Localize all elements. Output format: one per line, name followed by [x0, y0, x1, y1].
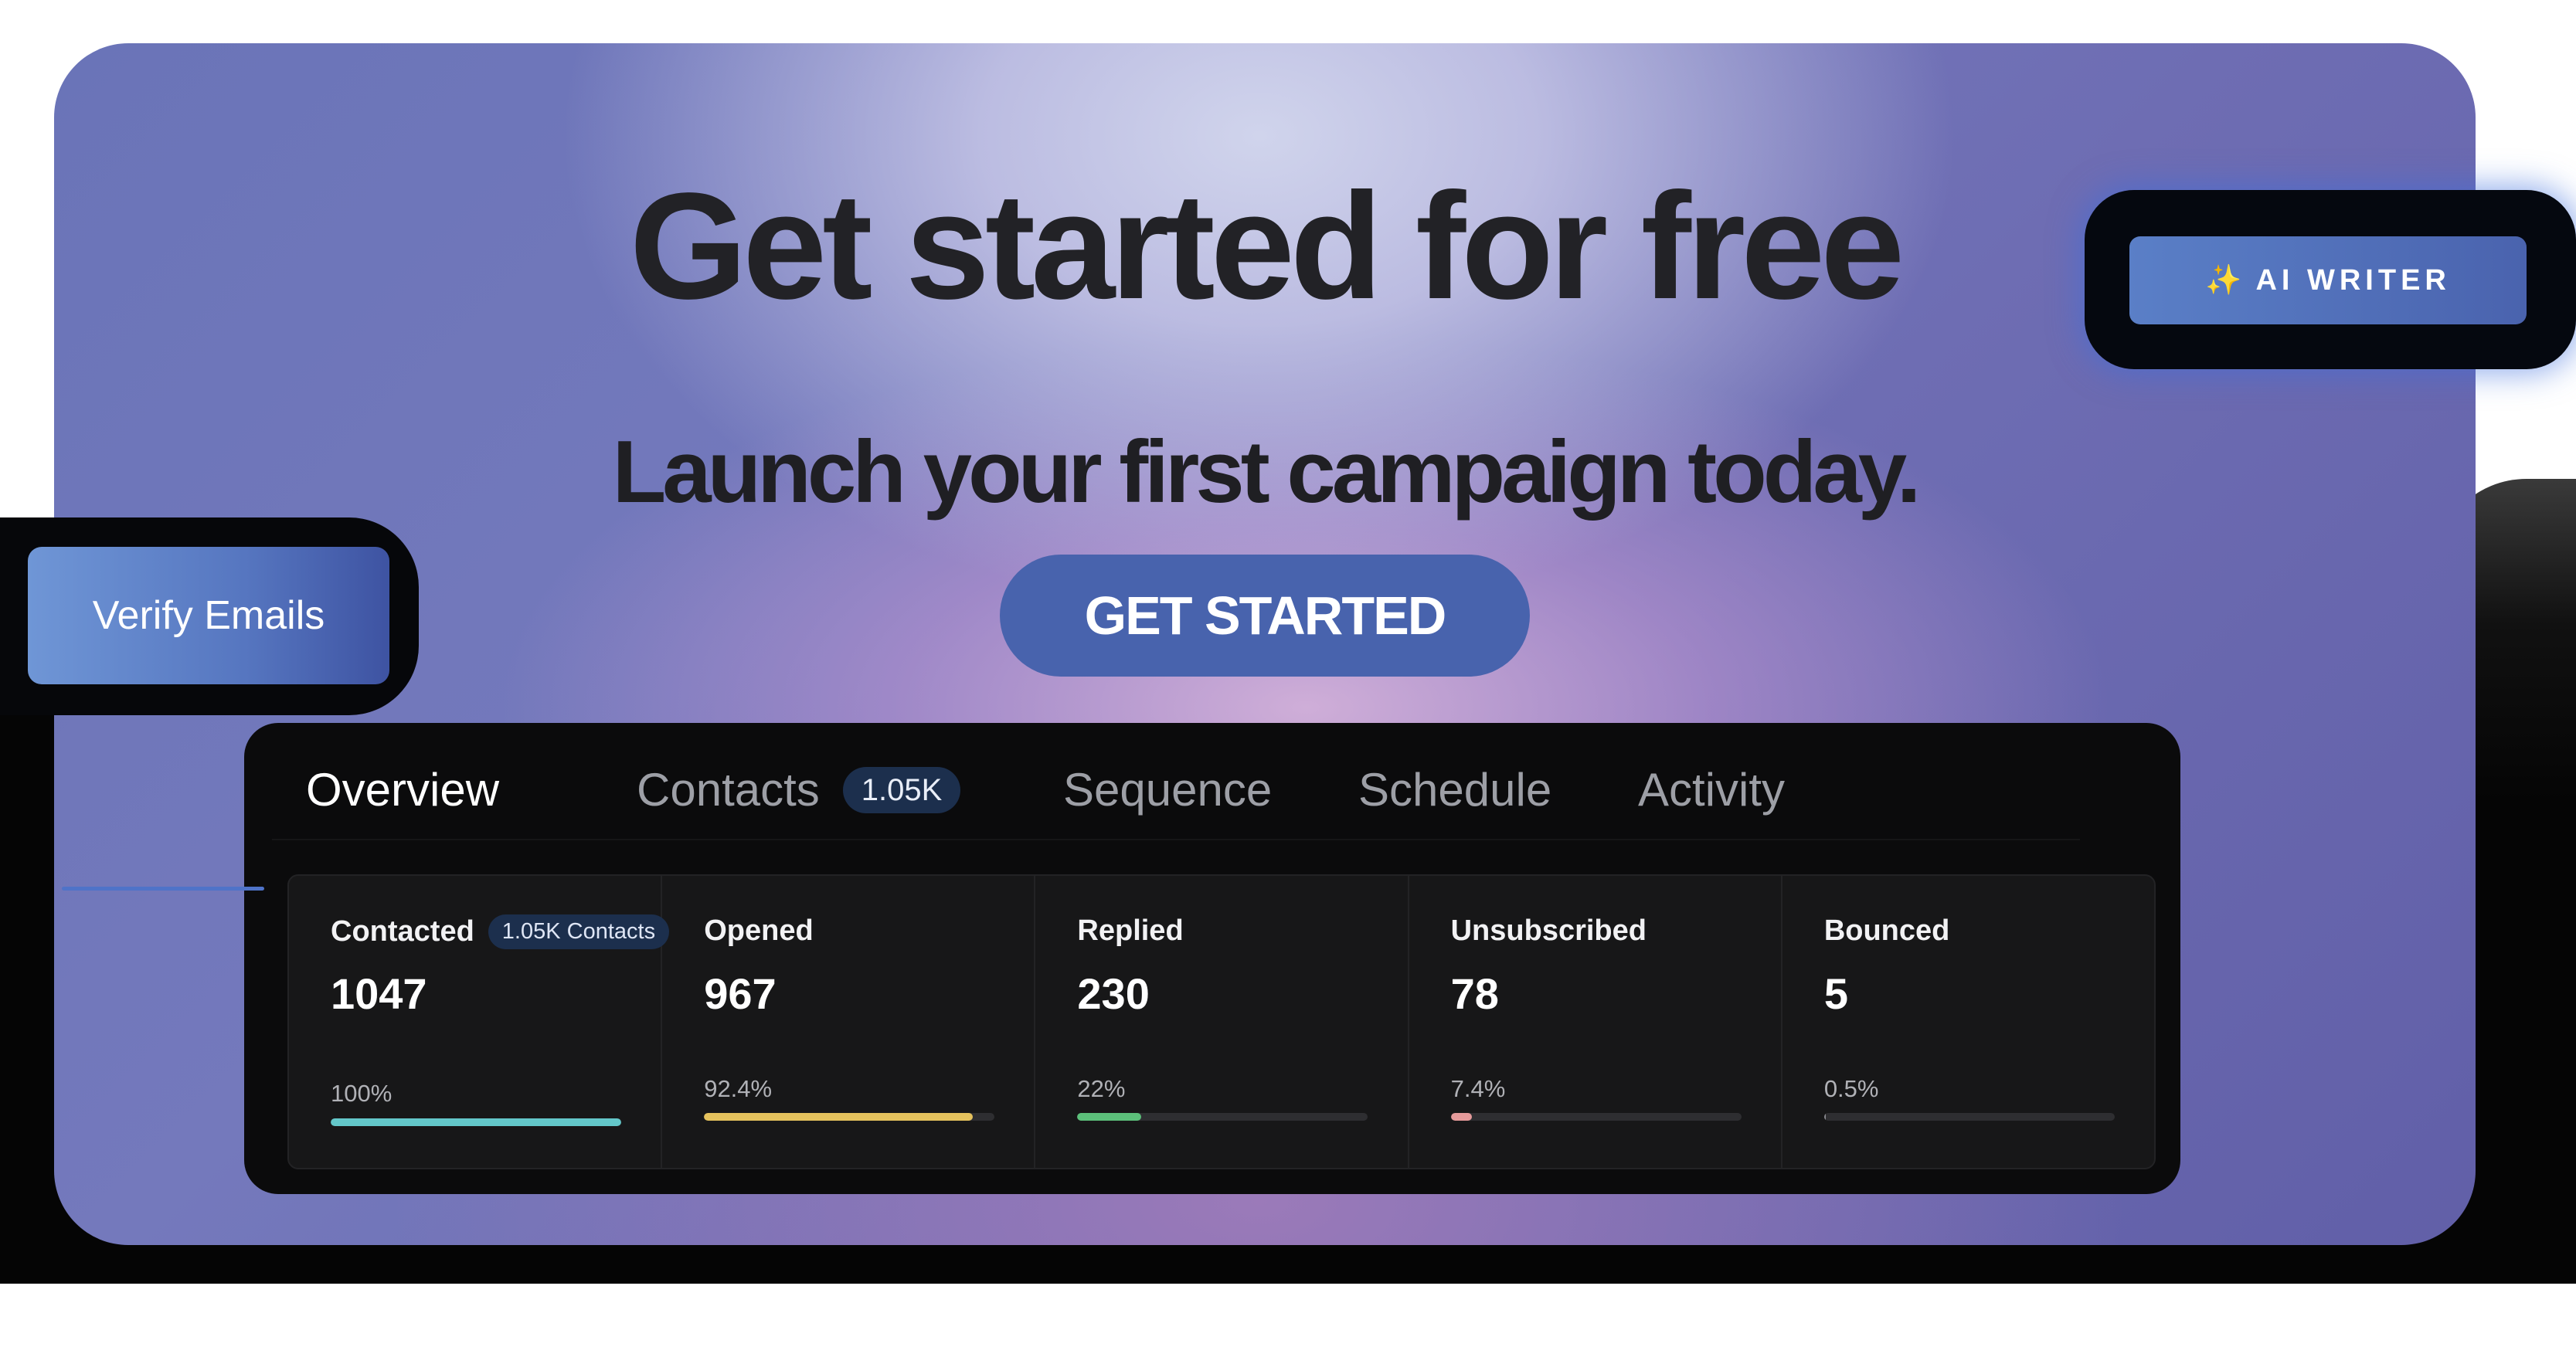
get-started-button[interactable]: GET STARTED: [1000, 555, 1530, 677]
tab-label: Schedule: [1358, 764, 1552, 816]
tabs-divider: [272, 839, 2080, 840]
contacts-badge: 1.05K Contacts: [488, 914, 670, 949]
stat-bounced: Bounced 5 0.5%: [1782, 876, 2154, 1168]
hero-subline: Launch your first campaign today.: [612, 423, 1922, 521]
tab-label: Contacts: [637, 764, 820, 816]
stat-value: 5: [1823, 969, 1848, 1018]
stat-unsubscribed: Unsubscribed 78 7.4%: [1409, 876, 1782, 1168]
tab-label: Activity: [1638, 764, 1786, 816]
tab-contacts[interactable]: Contacts 1.05K: [637, 763, 961, 816]
contacts-count-badge: 1.05K: [842, 766, 961, 813]
stat-label: Unsubscribed: [1450, 914, 1647, 947]
progress-fill: [1823, 1113, 1826, 1121]
tab-overview[interactable]: Overview: [306, 763, 499, 816]
stat-value: 230: [1077, 969, 1150, 1018]
tab-sequence[interactable]: Sequence: [1063, 763, 1272, 816]
progress-fill: [331, 1118, 621, 1126]
ai-writer-button[interactable]: ✨ AI WRITER: [2129, 236, 2527, 324]
stat-label-row: Contacted 1.05K Contacts: [331, 914, 670, 949]
progress-fill: [1077, 1113, 1142, 1121]
progress-track: [704, 1113, 995, 1121]
stat-value: 78: [1450, 969, 1499, 1018]
tab-activity[interactable]: Activity: [1638, 763, 1785, 816]
progress-track: [331, 1118, 621, 1126]
stat-percent: 7.4%: [1450, 1075, 1506, 1102]
stat-percent: 22%: [1077, 1075, 1126, 1102]
progress-track: [1077, 1113, 1368, 1121]
stat-label: Bounced: [1823, 914, 1950, 947]
tab-label: Sequence: [1063, 764, 1273, 816]
stat-value: 1047: [331, 969, 427, 1018]
stat-label: Replied: [1077, 914, 1184, 947]
stat-percent: 100%: [331, 1080, 393, 1107]
sparkle-icon: ✨: [2205, 264, 2242, 297]
progress-fill: [704, 1113, 973, 1121]
stat-contacted: Contacted 1.05K Contacts 1047 100%: [289, 876, 670, 1168]
active-tab-underline: [62, 887, 264, 891]
tab-label: Overview: [306, 764, 500, 816]
progress-fill: [1450, 1113, 1473, 1121]
tab-schedule[interactable]: Schedule: [1358, 763, 1551, 816]
stat-label: Opened: [704, 914, 814, 947]
tab-bar: Overview Contacts 1.05K Sequence Schedul…: [244, 723, 2180, 839]
stats-row: Contacted 1.05K Contacts 1047 100% Opene…: [287, 874, 2156, 1169]
ai-writer-label: AI WRITER: [2255, 263, 2451, 297]
stat-value: 967: [704, 969, 777, 1018]
verify-emails-button[interactable]: Verify Emails: [28, 547, 389, 684]
progress-track: [1450, 1113, 1742, 1121]
stat-percent: 0.5%: [1823, 1075, 1879, 1102]
stat-replied: Replied 230 22%: [1035, 876, 1409, 1168]
stat-percent: 92.4%: [704, 1075, 773, 1102]
progress-track: [1823, 1113, 2115, 1121]
stat-label: Contacted: [331, 915, 474, 948]
campaign-dashboard: Overview Contacts 1.05K Sequence Schedul…: [244, 723, 2180, 1194]
stat-opened: Opened 967 92.4%: [662, 876, 1036, 1168]
